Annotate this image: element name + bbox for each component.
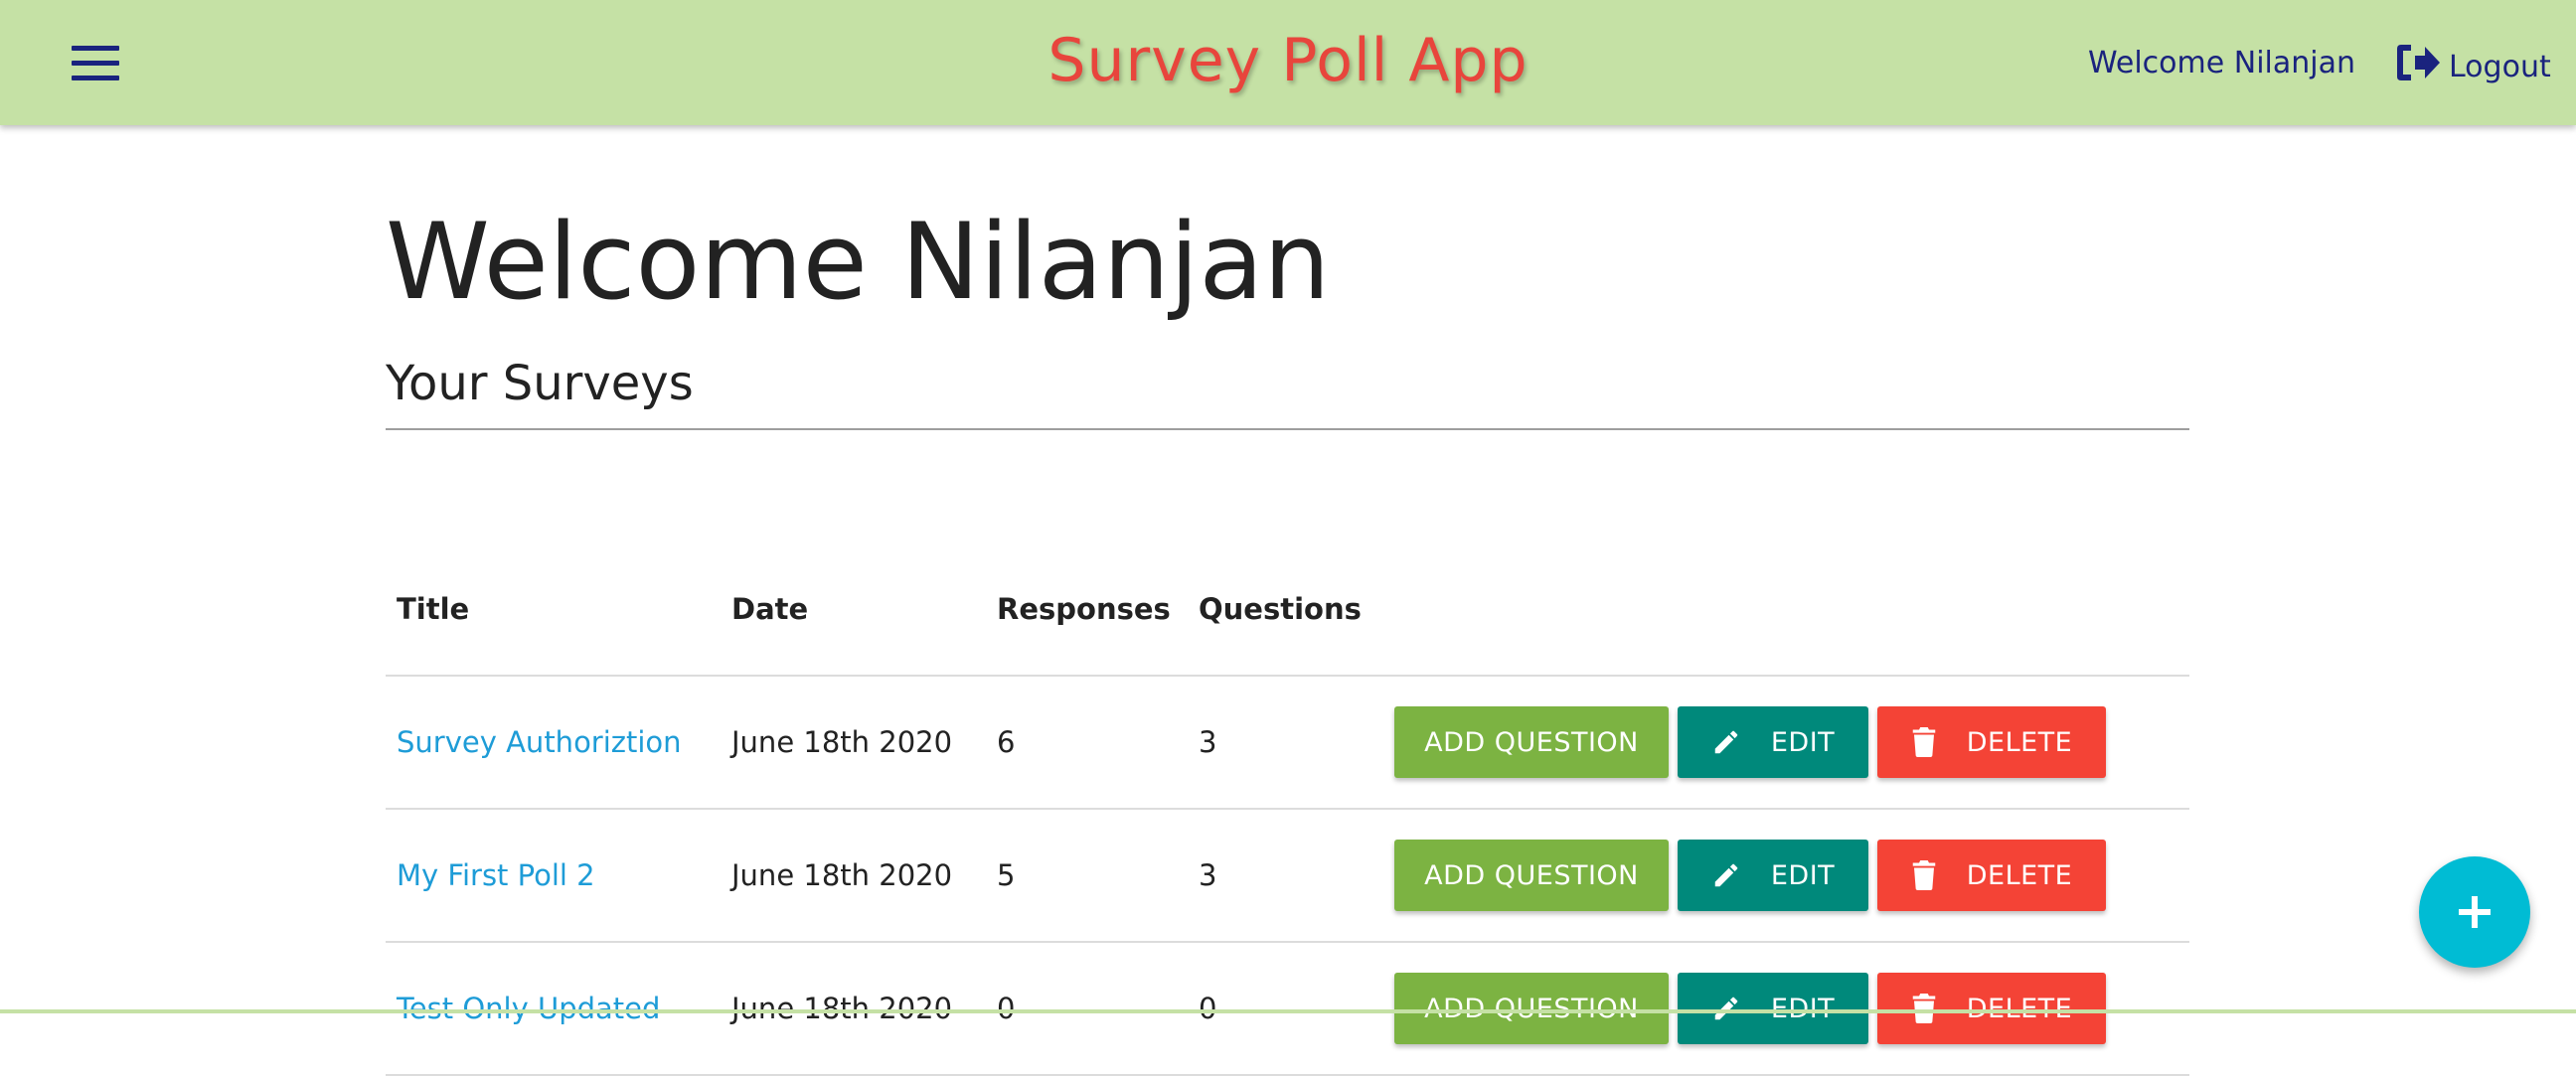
add-question-button[interactable]: ADD QUESTION bbox=[1394, 973, 1669, 1044]
delete-button[interactable]: DELETE bbox=[1877, 973, 2106, 1044]
surveys-table: Title Date Responses Questions Survey Au… bbox=[386, 542, 2189, 1076]
survey-responses: 6 bbox=[997, 725, 1016, 759]
column-header-title: Title bbox=[397, 591, 470, 626]
edit-button[interactable]: EDIT bbox=[1678, 973, 1868, 1044]
edit-label: EDIT bbox=[1770, 859, 1836, 891]
delete-label: DELETE bbox=[1966, 726, 2073, 758]
edit-button[interactable]: EDIT bbox=[1678, 840, 1868, 911]
row-actions: ADD QUESTION EDIT DELETE bbox=[1394, 840, 2189, 911]
delete-button[interactable]: DELETE bbox=[1877, 840, 2106, 911]
plus-icon bbox=[2459, 896, 2491, 928]
section-title: Your Surveys bbox=[386, 356, 694, 411]
pencil-icon bbox=[1714, 997, 1738, 1020]
add-question-label: ADD QUESTION bbox=[1424, 726, 1639, 758]
survey-title-link[interactable]: Test Only Updated bbox=[397, 992, 660, 1025]
navbar: Survey Poll App Welcome Nilanjan Logout bbox=[0, 0, 2576, 125]
survey-date: June 18th 2020 bbox=[731, 858, 953, 892]
survey-questions: 0 bbox=[1199, 992, 1217, 1025]
trash-icon bbox=[1912, 994, 1935, 1023]
survey-title-link[interactable]: Survey Authoriztion bbox=[397, 725, 682, 759]
add-question-label: ADD QUESTION bbox=[1424, 993, 1639, 1024]
delete-button[interactable]: DELETE bbox=[1877, 706, 2106, 778]
column-header-responses: Responses bbox=[997, 591, 1171, 626]
footer-line bbox=[0, 1009, 2576, 1013]
logout-link[interactable]: Logout bbox=[2395, 40, 2551, 84]
logout-label: Logout bbox=[2449, 50, 2551, 84]
trash-icon bbox=[1912, 860, 1935, 890]
section-divider bbox=[386, 428, 2189, 430]
survey-questions: 3 bbox=[1199, 858, 1217, 892]
pencil-icon bbox=[1714, 863, 1738, 887]
column-header-actions bbox=[1383, 542, 2189, 676]
edit-button[interactable]: EDIT bbox=[1678, 706, 1868, 778]
table-header-row: Title Date Responses Questions bbox=[386, 542, 2189, 676]
hamburger-menu-icon[interactable] bbox=[72, 46, 119, 81]
add-question-label: ADD QUESTION bbox=[1424, 859, 1639, 891]
table-row: My First Poll 2 June 18th 2020 5 3 ADD Q… bbox=[386, 809, 2189, 942]
edit-label: EDIT bbox=[1770, 993, 1836, 1024]
survey-questions: 3 bbox=[1199, 725, 1217, 759]
sign-out-icon bbox=[2397, 44, 2440, 80]
add-question-button[interactable]: ADD QUESTION bbox=[1394, 706, 1669, 778]
page-title: Welcome Nilanjan bbox=[386, 201, 1331, 323]
row-actions: ADD QUESTION EDIT DELETE bbox=[1394, 973, 2189, 1044]
table-row: Test Only Updated June 18th 2020 0 0 ADD… bbox=[386, 942, 2189, 1075]
survey-responses: 0 bbox=[997, 992, 1016, 1025]
row-actions: ADD QUESTION EDIT DELETE bbox=[1394, 706, 2189, 778]
delete-label: DELETE bbox=[1966, 859, 2073, 891]
pencil-icon bbox=[1714, 730, 1738, 754]
survey-date: June 18th 2020 bbox=[731, 992, 953, 1025]
app-title[interactable]: Survey Poll App bbox=[1047, 26, 1528, 95]
add-survey-fab[interactable] bbox=[2419, 856, 2530, 968]
survey-responses: 5 bbox=[997, 858, 1016, 892]
edit-label: EDIT bbox=[1770, 726, 1836, 758]
survey-date: June 18th 2020 bbox=[731, 725, 953, 759]
add-question-button[interactable]: ADD QUESTION bbox=[1394, 840, 1669, 911]
column-header-questions: Questions bbox=[1199, 591, 1362, 626]
column-header-date: Date bbox=[731, 591, 809, 626]
delete-label: DELETE bbox=[1966, 993, 2073, 1024]
survey-title-link[interactable]: My First Poll 2 bbox=[397, 858, 595, 892]
trash-icon bbox=[1912, 727, 1935, 757]
table-row: Survey Authoriztion June 18th 2020 6 3 A… bbox=[386, 676, 2189, 809]
nav-welcome-text: Welcome Nilanjan bbox=[2087, 46, 2355, 80]
